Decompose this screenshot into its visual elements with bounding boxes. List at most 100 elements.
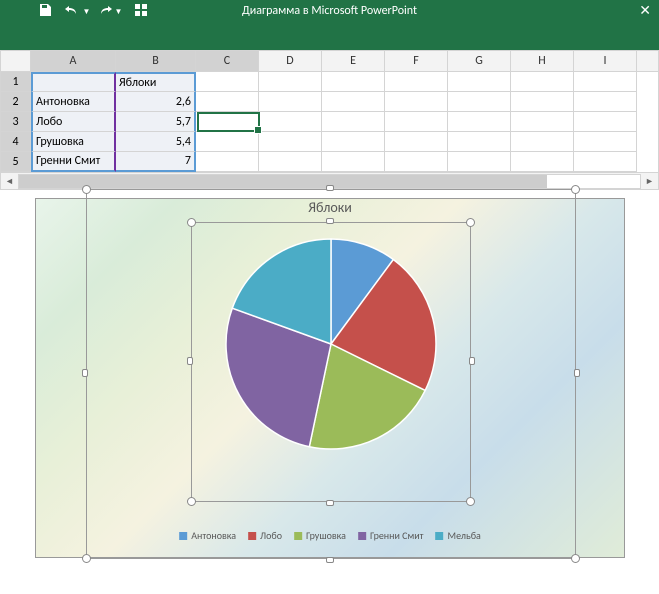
cell[interactable] [322, 92, 385, 112]
cell-b4[interactable]: 5,4 [116, 132, 196, 152]
cell-b2[interactable]: 2,6 [116, 92, 196, 112]
col-header-e[interactable]: E [322, 51, 385, 71]
chart-legend[interactable]: Антоновка Лобо Грушовка Гренни Смит Мельба [179, 529, 481, 542]
cell-b3[interactable]: 5,7 [116, 112, 196, 132]
select-all-corner[interactable] [1, 51, 31, 71]
cell[interactable] [448, 72, 511, 92]
resize-handle[interactable] [187, 357, 193, 365]
row-header-2[interactable]: 2 [1, 92, 31, 112]
chart-title[interactable]: Яблоки [308, 199, 352, 216]
resize-handle[interactable] [326, 218, 334, 224]
col-header-i[interactable]: I [574, 51, 637, 71]
cell[interactable] [574, 92, 637, 112]
scroll-thumb[interactable] [19, 175, 547, 188]
cell-a1[interactable] [31, 72, 116, 92]
cell-a4[interactable]: Грушовка [31, 132, 116, 152]
qat-customize-button[interactable] [126, 0, 156, 24]
resize-handle[interactable] [326, 557, 334, 563]
titlebar: ▼ ▼ Диаграмма в Microsoft PowerPoint ✕ [0, 0, 659, 50]
resize-handle[interactable] [82, 554, 91, 563]
cell[interactable] [259, 92, 322, 112]
resize-handle[interactable] [82, 369, 88, 377]
legend-label: Грушовка [306, 529, 346, 542]
resize-handle[interactable] [187, 497, 196, 506]
resize-handle[interactable] [326, 500, 334, 506]
cell[interactable] [511, 132, 574, 152]
col-header-d[interactable]: D [259, 51, 322, 71]
window-title: Диаграмма в Microsoft PowerPoint [242, 4, 417, 18]
cell-a2[interactable]: Антоновка [31, 92, 116, 112]
resize-handle[interactable] [466, 497, 475, 506]
undo-button[interactable]: ▼ [62, 0, 92, 24]
cell[interactable] [259, 152, 322, 172]
cell[interactable] [322, 72, 385, 92]
cell[interactable] [385, 152, 448, 172]
resize-handle[interactable] [469, 357, 475, 365]
close-button[interactable]: ✕ [639, 2, 651, 19]
save-button[interactable] [30, 0, 60, 24]
scroll-left-arrow[interactable]: ◄ [1, 174, 18, 189]
cell-c4[interactable] [196, 132, 259, 152]
cell[interactable] [385, 72, 448, 92]
cell[interactable] [511, 92, 574, 112]
row-header-1[interactable]: 1 [1, 72, 31, 92]
cell[interactable] [448, 152, 511, 172]
col-header-c[interactable]: C [196, 51, 259, 71]
resize-handle[interactable] [466, 218, 475, 227]
cell[interactable] [259, 132, 322, 152]
pie-chart[interactable] [221, 234, 441, 454]
cell[interactable] [322, 132, 385, 152]
cell-a3[interactable]: Лобо [31, 112, 116, 132]
col-header-g[interactable]: G [448, 51, 511, 71]
cell[interactable] [448, 92, 511, 112]
legend-label: Лобо [260, 529, 282, 542]
legend-item[interactable]: Гренни Смит [358, 529, 424, 542]
cell-c1[interactable] [196, 72, 259, 92]
cell-b5[interactable]: 7 [116, 152, 196, 172]
redo-button[interactable]: ▼ [94, 0, 124, 24]
quick-access-toolbar: ▼ ▼ [0, 0, 156, 24]
cell-c2[interactable] [196, 92, 259, 112]
save-icon [38, 3, 52, 21]
cell[interactable] [259, 112, 322, 132]
cell[interactable] [574, 72, 637, 92]
row-header-3[interactable]: 3 [1, 112, 31, 132]
cell[interactable] [511, 152, 574, 172]
col-header-h[interactable]: H [511, 51, 574, 71]
slide[interactable]: Яблоки Антоновка Лобо Грушовка Гренни Смит М… [35, 198, 625, 558]
cell[interactable] [574, 152, 637, 172]
row-header-4[interactable]: 4 [1, 132, 31, 152]
cell[interactable] [574, 132, 637, 152]
scroll-right-arrow[interactable]: ► [641, 174, 658, 189]
cell[interactable] [574, 112, 637, 132]
legend-item[interactable]: Мельба [436, 529, 481, 542]
cell[interactable] [448, 112, 511, 132]
legend-item[interactable]: Антоновка [179, 529, 236, 542]
cell[interactable] [511, 112, 574, 132]
cell-a5[interactable]: Гренни Смит [31, 152, 116, 172]
cell[interactable] [322, 152, 385, 172]
legend-item[interactable]: Лобо [248, 529, 282, 542]
legend-item[interactable]: Грушовка [294, 529, 346, 542]
resize-handle[interactable] [187, 218, 196, 227]
cell[interactable] [385, 112, 448, 132]
cell[interactable] [511, 72, 574, 92]
cell[interactable] [322, 112, 385, 132]
resize-handle[interactable] [326, 185, 334, 191]
resize-handle[interactable] [574, 369, 580, 377]
col-header-f[interactable]: F [385, 51, 448, 71]
col-header-b[interactable]: B [116, 51, 196, 71]
cell[interactable] [448, 132, 511, 152]
resize-handle[interactable] [571, 554, 580, 563]
cell-c3[interactable] [196, 112, 259, 132]
row-header-5[interactable]: 5 [1, 152, 31, 172]
resize-handle[interactable] [82, 185, 91, 194]
resize-handle[interactable] [571, 185, 580, 194]
cell[interactable] [385, 132, 448, 152]
col-header-a[interactable]: A [31, 51, 116, 71]
cell[interactable] [259, 72, 322, 92]
cell-c5[interactable] [196, 152, 259, 172]
cell-b1[interactable]: Яблоки [116, 72, 196, 92]
redo-icon [96, 3, 114, 21]
cell[interactable] [385, 92, 448, 112]
